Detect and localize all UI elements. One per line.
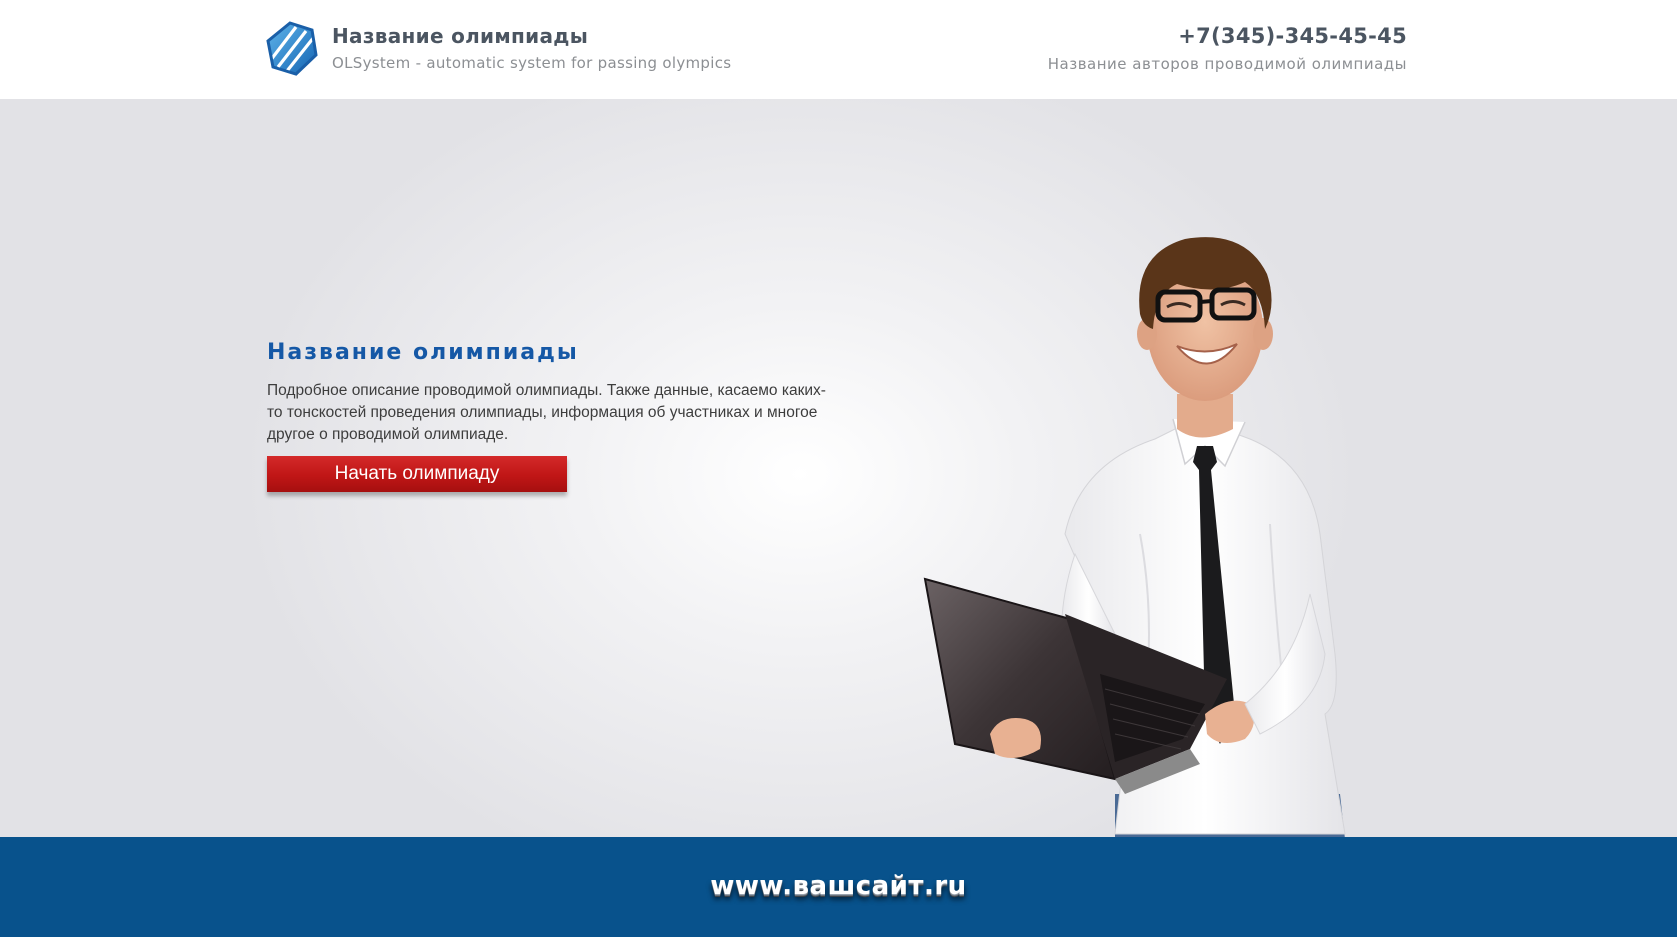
- footer-site-link[interactable]: www.вашсайт.ru: [0, 871, 1677, 901]
- hero-section: Название олимпиады Подробное описание пр…: [0, 99, 1677, 837]
- site-title: Название олимпиады: [332, 24, 589, 48]
- logo-icon[interactable]: [266, 21, 318, 77]
- hero-title: Название олимпиады: [267, 340, 579, 365]
- site-subtitle: OLSystem - automatic system for passing …: [332, 54, 732, 72]
- phone-number[interactable]: +7(345)-345-45-45: [1178, 24, 1407, 48]
- site-footer: www.вашсайт.ru: [0, 837, 1677, 937]
- authors-text: Название авторов проводимой олимпиады: [1047, 55, 1407, 73]
- start-olympiad-button[interactable]: Начать олимпиаду: [267, 456, 567, 492]
- hero-description: Подробное описание проводимой олимпиады.…: [267, 382, 826, 443]
- site-header: Название олимпиады OLSystem - automatic …: [0, 0, 1677, 99]
- student-with-laptop-image: [923, 237, 1346, 837]
